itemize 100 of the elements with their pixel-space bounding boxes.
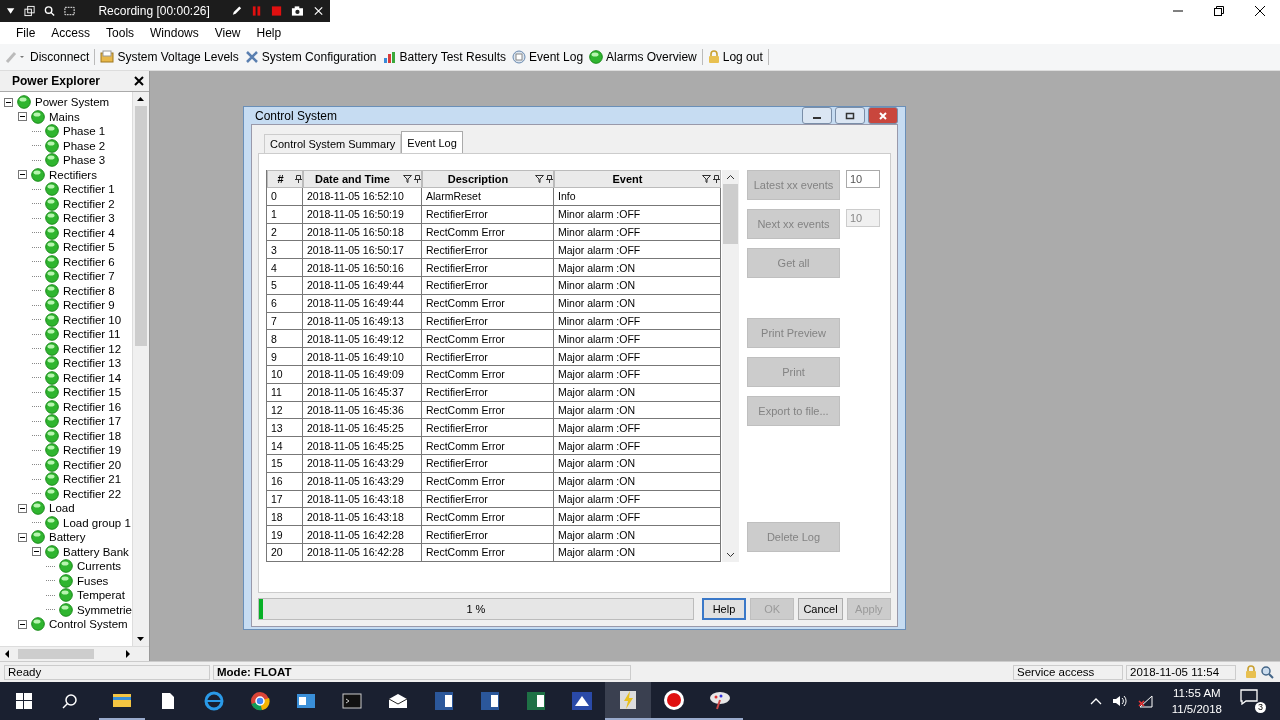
tree-item[interactable]: Rectifier 15 (63, 386, 122, 399)
column-header[interactable]: Date and Time (303, 170, 422, 188)
column-header[interactable]: # (267, 170, 303, 188)
filter-icon[interactable] (535, 175, 544, 183)
collapse-toggle[interactable] (18, 503, 29, 513)
network-icon[interactable] (1137, 694, 1154, 708)
pin-icon[interactable] (713, 175, 720, 183)
close-icon[interactable] (1254, 5, 1266, 17)
tree-item[interactable]: Rectifier 3 (63, 212, 115, 225)
tree-item[interactable]: Symmetrie (77, 603, 132, 616)
menu-item[interactable]: File (8, 26, 44, 40)
close-icon[interactable] (312, 5, 324, 17)
tree-item[interactable]: Rectifier 10 (63, 313, 122, 326)
tree-item[interactable]: Rectifier 16 (63, 400, 122, 413)
minimize-button[interactable] (802, 107, 832, 124)
maximize-button[interactable] (835, 107, 865, 124)
clock-time[interactable]: 11:55 AM (1172, 685, 1221, 701)
pin-icon[interactable] (295, 175, 302, 183)
dialog-button[interactable]: Cancel (798, 598, 843, 620)
tree-item[interactable]: Rectifier 4 (63, 226, 115, 239)
scroll-thumb[interactable] (135, 106, 147, 346)
tree-item[interactable]: Rectifier 7 (63, 270, 115, 283)
column-header[interactable]: Description (422, 170, 554, 188)
tree-item[interactable]: Mains (49, 110, 80, 123)
toolbar-button[interactable]: System Voltage Levels (97, 50, 242, 64)
tab[interactable]: Event Log (401, 131, 463, 153)
dropdown-icon[interactable] (6, 7, 16, 15)
tree-item[interactable]: Rectifier 19 (63, 444, 122, 457)
toolbar-button[interactable]: Disconnect (2, 50, 93, 64)
tree-item[interactable]: Rectifier 13 (63, 357, 122, 370)
tree-item[interactable]: Rectifier 14 (63, 371, 122, 384)
scrollbar[interactable] (722, 170, 739, 562)
tree-item[interactable]: Phase 1 (63, 125, 106, 138)
tree-item[interactable]: Rectifier 6 (63, 255, 115, 268)
tab[interactable]: Control System Summary (264, 134, 402, 153)
tree-item[interactable]: Rectifier 9 (63, 299, 115, 312)
tree-item[interactable]: Rectifier 8 (63, 284, 115, 297)
tree-item[interactable]: Fuses (77, 574, 109, 587)
tree-item[interactable]: Currents (77, 560, 122, 573)
tree-item[interactable]: Load (49, 502, 75, 515)
scroll-thumb[interactable] (18, 649, 94, 659)
tree-item[interactable]: Phase 2 (63, 139, 106, 152)
collapse-toggle[interactable] (18, 112, 29, 122)
region-icon[interactable] (64, 5, 76, 17)
tree-item[interactable]: Rectifier 18 (63, 429, 122, 442)
tree-item[interactable]: Phase 3 (63, 154, 106, 167)
toolbar-button[interactable]: System Configuration (241, 50, 380, 64)
tree-item[interactable]: Control System (49, 618, 128, 631)
maximize-icon[interactable] (1213, 5, 1225, 17)
close-icon[interactable] (134, 76, 144, 86)
tree-item[interactable]: Temperat (77, 589, 125, 602)
tree-item[interactable]: Rectifier 5 (63, 241, 115, 254)
filter-icon[interactable] (403, 175, 412, 183)
tree-item[interactable]: Rectifier 1 (63, 183, 115, 196)
collapse-toggle[interactable] (32, 547, 43, 557)
clock-date[interactable]: 11/5/2018 (1171, 701, 1222, 717)
stop-icon[interactable] (270, 5, 282, 17)
filter-icon[interactable] (702, 175, 711, 183)
menu-item[interactable]: Help (248, 26, 290, 40)
tree-item[interactable]: Rectifiers (49, 168, 97, 181)
tree-item[interactable]: Rectifier 22 (63, 487, 122, 500)
pause-icon[interactable] (250, 5, 262, 17)
menu-item[interactable]: Tools (98, 26, 143, 40)
menu-item[interactable]: Windows (142, 26, 207, 40)
tree-item[interactable]: Rectifier 2 (63, 197, 115, 210)
notifications-button[interactable]: 3 (1240, 689, 1266, 713)
close-button[interactable] (868, 107, 898, 124)
tree-item[interactable]: Rectifier 12 (63, 342, 122, 355)
tree-item[interactable]: Load group 1 (63, 516, 131, 529)
pin-icon[interactable] (414, 175, 421, 183)
chevron-up-icon[interactable] (1089, 697, 1102, 705)
toolbar-button[interactable]: Event Log (509, 50, 587, 64)
tree-item[interactable]: Battery Bank (63, 545, 129, 558)
menu-item[interactable]: View (206, 26, 249, 40)
windows-icon[interactable] (24, 5, 36, 17)
collapse-toggle[interactable] (18, 170, 29, 180)
search-icon[interactable] (62, 693, 78, 709)
toolbar-button[interactable]: Log out (704, 50, 766, 64)
tree-item[interactable]: Rectifier 17 (63, 415, 122, 428)
search-icon[interactable] (44, 5, 56, 17)
menu-item[interactable]: Access (43, 26, 99, 40)
scrollbar[interactable] (0, 646, 149, 661)
speaker-icon[interactable] (1111, 694, 1128, 708)
scrollbar[interactable] (132, 92, 149, 646)
tree-item[interactable]: Rectifier 21 (63, 473, 122, 486)
toolbar-button[interactable]: Alarms Overview (586, 50, 700, 64)
pin-icon[interactable] (546, 175, 553, 183)
dialog-button[interactable]: Help (701, 598, 747, 620)
column-header[interactable]: Event (554, 170, 721, 188)
tree-item[interactable]: Rectifier 11 (63, 328, 121, 341)
toolbar-button[interactable]: Battery Test Results (379, 50, 509, 64)
tree-item[interactable]: Rectifier 20 (63, 458, 122, 471)
tree-item[interactable]: Power System (35, 96, 110, 109)
collapse-toggle[interactable] (18, 619, 29, 629)
windows-logo-icon[interactable] (16, 693, 32, 709)
collapse-toggle[interactable] (4, 97, 15, 107)
tree-item[interactable]: Battery (49, 531, 86, 544)
camera-icon[interactable] (291, 5, 304, 17)
collapse-toggle[interactable] (18, 532, 29, 542)
taskbar-app[interactable] (605, 682, 651, 720)
